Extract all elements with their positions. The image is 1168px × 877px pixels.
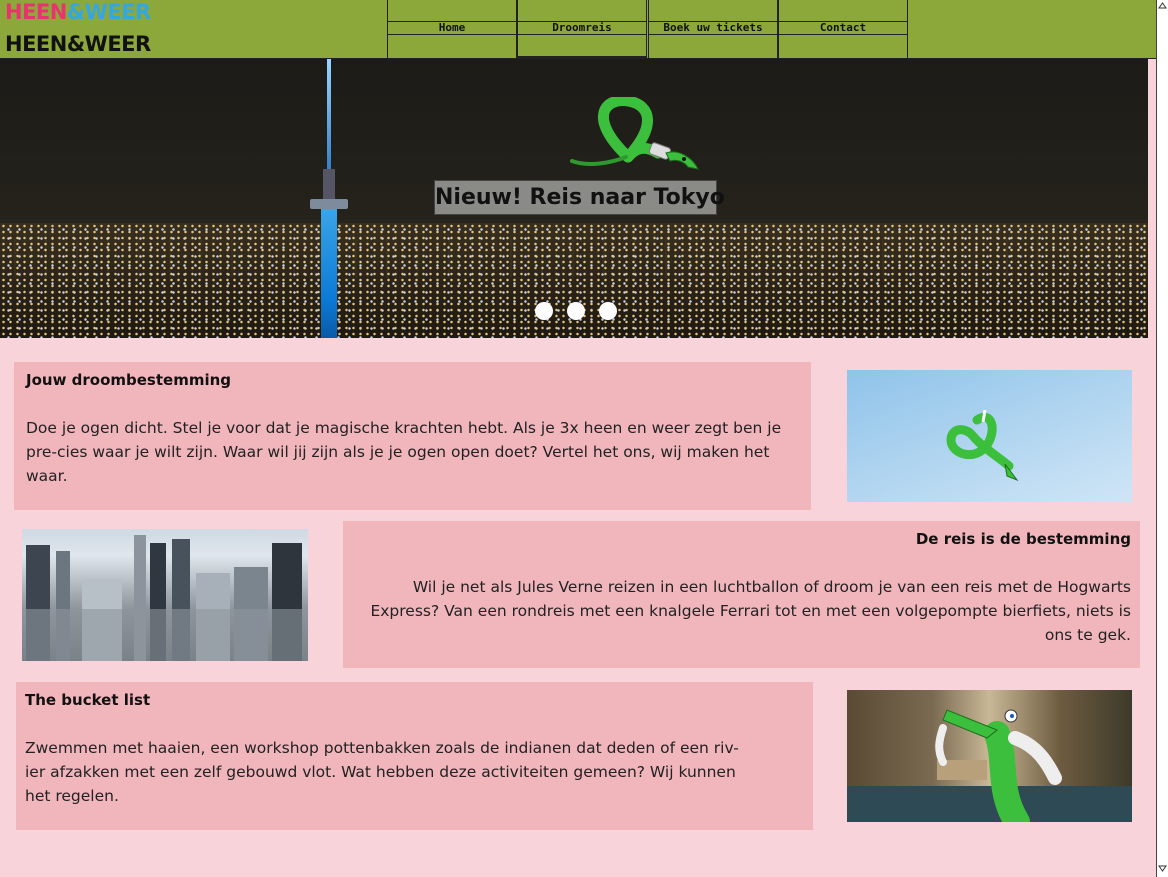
green-snake-ribbon-icon bbox=[946, 409, 1019, 482]
nav-label: Boek uw tickets bbox=[663, 21, 763, 34]
logo-colored[interactable]: HEEN&WEER bbox=[5, 0, 151, 24]
site-header: HEEN&WEER HEEN&WEER Home Droomreis Boek … bbox=[0, 0, 1156, 59]
section-title: De reis is de bestemming bbox=[915, 530, 1131, 548]
green-snake-creature-icon bbox=[847, 709, 1132, 822]
logo-part1: HEEN bbox=[5, 0, 67, 24]
nav-label: Droomreis bbox=[552, 21, 612, 34]
section-bucket-list: The bucket list Zwemmen met haaien, een … bbox=[16, 682, 813, 830]
nav-item-droomreis[interactable]: Droomreis bbox=[517, 0, 647, 58]
logo-part2: WEER bbox=[84, 0, 152, 24]
nav-item-contact[interactable]: Contact bbox=[778, 0, 908, 58]
nav-item-boek-tickets[interactable]: Boek uw tickets bbox=[648, 0, 778, 58]
green-snake-ribbon-icon bbox=[570, 97, 699, 170]
logo-ampersand: & bbox=[66, 0, 85, 24]
section-text: Zwemmen met haaien, een workshop pottenb… bbox=[25, 739, 739, 805]
tokyo-skytree-image bbox=[310, 59, 348, 338]
city-night-image bbox=[0, 223, 1148, 338]
logo-part2: WEER bbox=[84, 32, 152, 56]
slider-dot-1[interactable] bbox=[535, 302, 553, 320]
sky-snake-image bbox=[847, 370, 1132, 502]
section-text: Doe je ogen dicht. Stel je voor dat je m… bbox=[26, 419, 782, 485]
scroll-up-arrow-icon[interactable] bbox=[1157, 0, 1168, 12]
section-droombestemming: Jouw droombestemming Doe je ogen dicht. … bbox=[14, 362, 811, 510]
nav-item-home[interactable]: Home bbox=[387, 0, 517, 58]
nav-label: Contact bbox=[819, 21, 867, 34]
section-text: Wil je net als Jules Verne reizen in een… bbox=[370, 578, 1131, 644]
hero-title: Nieuw! Reis naar Tokyo bbox=[434, 180, 725, 215]
hero-slider: Nieuw! Reis naar Tokyo bbox=[0, 59, 1148, 338]
logo-black[interactable]: HEEN&WEER bbox=[5, 32, 151, 56]
page-scrollbar[interactable] bbox=[1156, 0, 1168, 877]
section-title: The bucket list bbox=[25, 691, 151, 709]
city-buildings-icon bbox=[22, 535, 308, 661]
section-reis-bestemming: De reis is de bestemming Wil je net als … bbox=[343, 521, 1140, 668]
scroll-down-arrow-icon[interactable] bbox=[1157, 862, 1168, 875]
logo-part1: HEEN bbox=[5, 32, 67, 56]
bathhouse-snake-image bbox=[847, 690, 1132, 822]
section-title: Jouw droombestemming bbox=[26, 371, 232, 389]
slider-dot-2[interactable] bbox=[567, 302, 585, 320]
slider-dot-3[interactable] bbox=[599, 302, 617, 320]
city-skyline-image bbox=[22, 529, 308, 661]
logo-ampersand: & bbox=[66, 32, 85, 56]
nav-label: Home bbox=[438, 21, 466, 34]
